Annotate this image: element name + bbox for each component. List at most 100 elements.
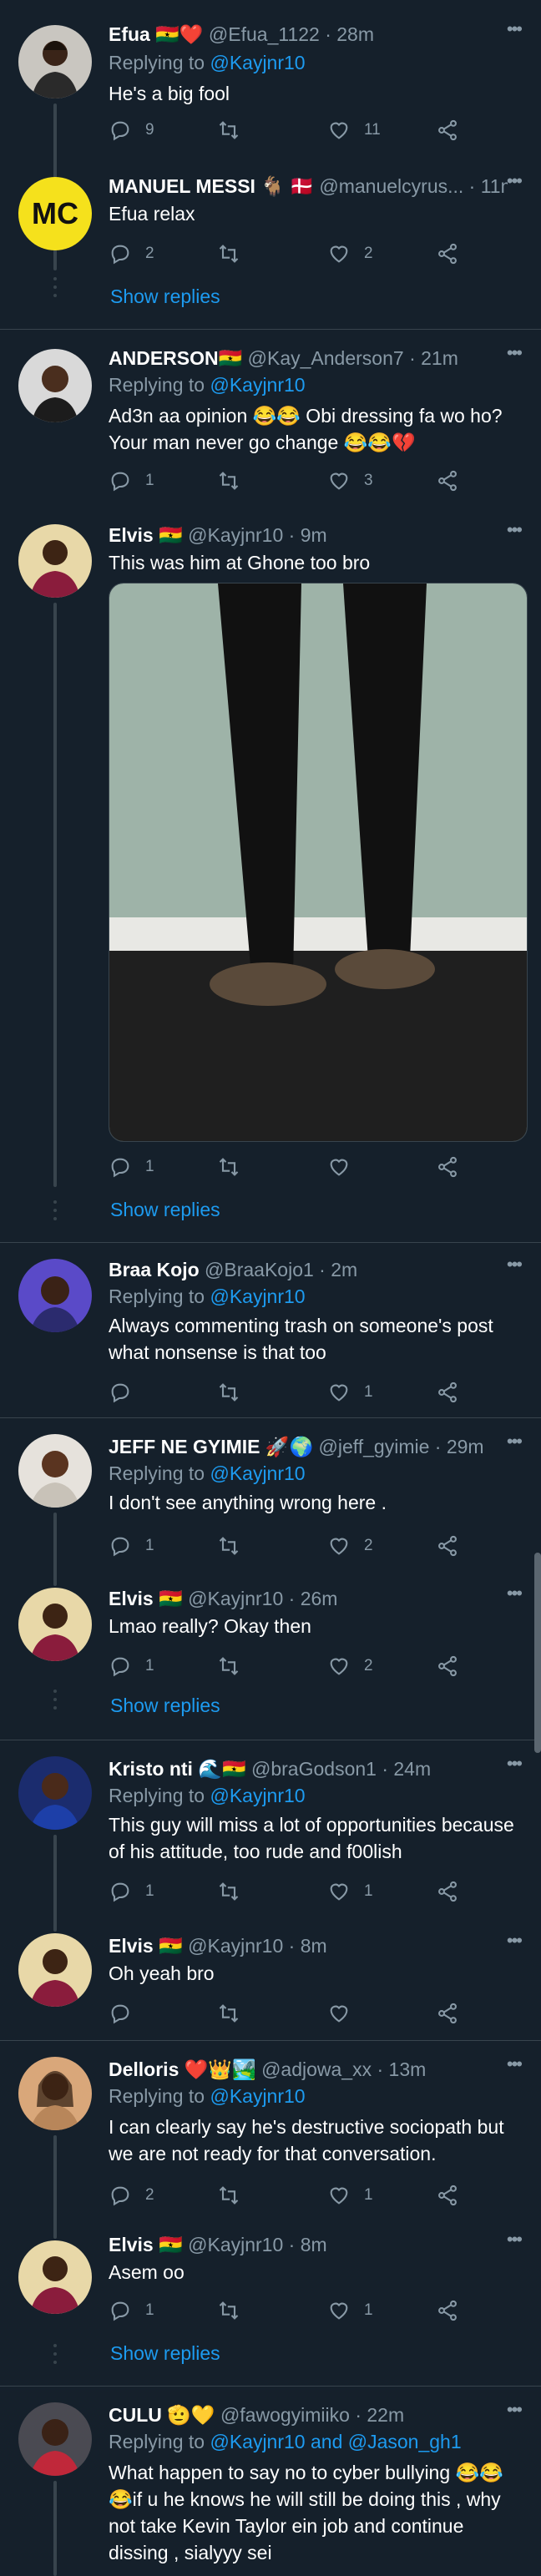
avatar[interactable]: [18, 2057, 92, 2130]
more-icon[interactable]: •••: [507, 1431, 523, 1452]
mention-link[interactable]: @Kayjnr10: [210, 52, 305, 73]
display-name[interactable]: CULU 🫡💛: [109, 2404, 215, 2426]
avatar[interactable]: [18, 1259, 92, 1332]
show-replies-link[interactable]: Show replies: [110, 1695, 220, 1717]
tweet-header[interactable]: CULU 🫡💛 @fawogyimiiko · 22m: [109, 2404, 508, 2427]
more-icon[interactable]: •••: [507, 342, 523, 364]
avatar[interactable]: MC: [18, 177, 92, 250]
share-button[interactable]: [436, 2297, 459, 2324]
reply-button[interactable]: 1: [109, 467, 154, 494]
display-name[interactable]: Kristo nti 🌊🇬🇭: [109, 1758, 246, 1780]
like-button[interactable]: 2: [327, 1653, 373, 1679]
mention-link[interactable]: @Kayjnr10: [210, 2085, 305, 2107]
more-icon[interactable]: •••: [507, 18, 523, 40]
share-button[interactable]: [436, 1379, 459, 1406]
tweet-header[interactable]: MANUEL MESSI 🐐 🇩🇰 @manuelcyrus... · 11m: [109, 175, 508, 198]
share-button[interactable]: [436, 2000, 459, 2027]
share-button[interactable]: [436, 117, 459, 144]
tweet-header[interactable]: Braa Kojo @BraaKojo1 · 2m: [109, 1259, 508, 1281]
display-name[interactable]: Elvis 🇬🇭: [109, 1935, 183, 1957]
display-name[interactable]: Braa Kojo: [109, 1259, 200, 1280]
display-name[interactable]: Delloris ❤️👑🏞️: [109, 2058, 256, 2080]
more-icon[interactable]: •••: [507, 519, 523, 541]
like-button[interactable]: [327, 1154, 364, 1180]
retweet-button[interactable]: [217, 467, 254, 494]
display-name[interactable]: ANDERSON🇬🇭: [109, 347, 242, 369]
display-name[interactable]: Efua 🇬🇭❤️: [109, 23, 204, 45]
reply-button[interactable]: [109, 2000, 145, 2027]
tweet-header[interactable]: Elvis 🇬🇭 @Kayjnr10 · 9m: [109, 524, 508, 547]
tweet-header[interactable]: Delloris ❤️👑🏞️ @adjowa_xx · 13m: [109, 2058, 508, 2081]
like-button[interactable]: 1: [327, 2297, 373, 2324]
tweet-header[interactable]: Efua 🇬🇭❤️ @Efua_1122 · 28m: [109, 23, 508, 46]
more-icon[interactable]: •••: [507, 2229, 523, 2250]
avatar[interactable]: [18, 2240, 92, 2314]
mention-link[interactable]: @Kayjnr10: [210, 374, 305, 396]
tweet-header[interactable]: ANDERSON🇬🇭 @Kay_Anderson7 · 21m: [109, 347, 508, 370]
like-button[interactable]: 3: [327, 467, 373, 494]
tweet-header[interactable]: Elvis 🇬🇭 @Kayjnr10 · 26m: [109, 1588, 508, 1610]
retweet-button[interactable]: [217, 1379, 254, 1406]
more-icon[interactable]: •••: [507, 170, 523, 192]
share-button[interactable]: [436, 1154, 459, 1180]
like-button[interactable]: [327, 2000, 364, 2027]
show-replies-link[interactable]: Show replies: [110, 285, 220, 308]
mention-link[interactable]: @Kayjnr10: [210, 1285, 305, 1307]
more-icon[interactable]: •••: [507, 1254, 523, 1275]
tweet-header[interactable]: JEFF NE GYIMIE 🚀🌍 @jeff_gyimie · 29m: [109, 1436, 508, 1458]
tweet-header[interactable]: Kristo nti 🌊🇬🇭 @braGodson1 · 24m: [109, 1758, 508, 1780]
share-button[interactable]: [436, 2182, 459, 2209]
like-button[interactable]: 1: [327, 2182, 373, 2209]
avatar[interactable]: [18, 1434, 92, 1508]
mention-link[interactable]: @Kayjnr10: [210, 1462, 305, 1484]
share-button[interactable]: [436, 1878, 459, 1905]
retweet-button[interactable]: [217, 1878, 254, 1905]
more-icon[interactable]: •••: [507, 1753, 523, 1775]
reply-button[interactable]: 1: [109, 1533, 154, 1559]
retweet-button[interactable]: [217, 2182, 254, 2209]
share-button[interactable]: [436, 240, 459, 267]
reply-button[interactable]: [109, 1379, 145, 1406]
retweet-button[interactable]: [217, 1653, 254, 1679]
share-button[interactable]: [436, 1533, 459, 1559]
avatar[interactable]: [18, 25, 92, 98]
reply-button[interactable]: 1: [109, 2297, 154, 2324]
retweet-button[interactable]: [217, 2297, 254, 2324]
retweet-button[interactable]: [217, 117, 254, 144]
like-button[interactable]: 11: [327, 117, 381, 144]
share-button[interactable]: [436, 1653, 459, 1679]
reply-button[interactable]: 2: [109, 240, 154, 267]
avatar[interactable]: [18, 349, 92, 422]
display-name[interactable]: Elvis 🇬🇭: [109, 524, 183, 546]
like-button[interactable]: 2: [327, 1533, 373, 1559]
more-icon[interactable]: •••: [507, 1583, 523, 1604]
reply-button[interactable]: 2: [109, 2182, 154, 2209]
mention-link[interactable]: @Kayjnr10: [210, 1785, 305, 1806]
avatar[interactable]: [18, 1756, 92, 1830]
display-name[interactable]: MANUEL MESSI 🐐 🇩🇰: [109, 175, 314, 197]
more-icon[interactable]: •••: [507, 2399, 523, 2421]
avatar[interactable]: [18, 1588, 92, 1661]
more-icon[interactable]: •••: [507, 2053, 523, 2075]
show-replies-link[interactable]: Show replies: [110, 1199, 220, 1221]
avatar[interactable]: [18, 2402, 92, 2476]
avatar[interactable]: [18, 1933, 92, 2007]
reply-button[interactable]: 1: [109, 1653, 154, 1679]
tweet-header[interactable]: Elvis 🇬🇭 @Kayjnr10 · 8m: [109, 1935, 508, 1957]
mention-link[interactable]: @Kayjnr10 and @Jason_gh1: [210, 2431, 461, 2452]
avatar[interactable]: [18, 524, 92, 598]
show-replies-link[interactable]: Show replies: [110, 2342, 220, 2365]
display-name[interactable]: JEFF NE GYIMIE 🚀🌍: [109, 1436, 313, 1457]
retweet-button[interactable]: [217, 2000, 254, 2027]
scrollbar[interactable]: [534, 1553, 541, 1753]
retweet-button[interactable]: [217, 1154, 254, 1180]
share-button[interactable]: [436, 467, 459, 494]
reply-button[interactable]: 1: [109, 1154, 154, 1180]
display-name[interactable]: Elvis 🇬🇭: [109, 2234, 183, 2255]
retweet-button[interactable]: [217, 240, 254, 267]
tweet-photo[interactable]: [109, 583, 528, 1142]
more-icon[interactable]: •••: [507, 1930, 523, 1952]
like-button[interactable]: 1: [327, 1379, 373, 1406]
retweet-button[interactable]: [217, 1533, 254, 1559]
display-name[interactable]: Elvis 🇬🇭: [109, 1588, 183, 1609]
